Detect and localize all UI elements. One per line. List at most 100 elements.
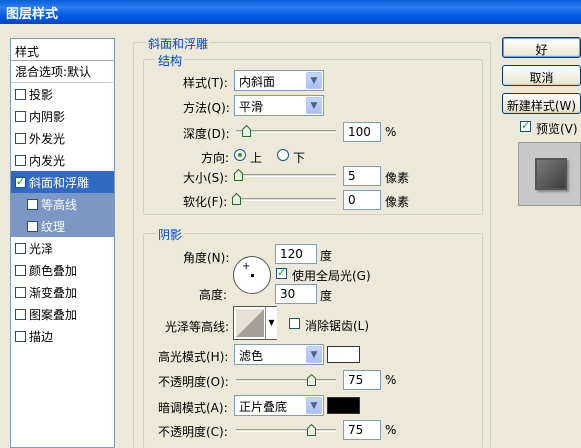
global-light-checkbox[interactable]	[276, 266, 287, 279]
style-item-inner-shadow[interactable]: 内阴影	[11, 105, 114, 127]
caret-down-icon[interactable]: ▼	[265, 307, 277, 339]
gloss-contour-picker[interactable]: ▼	[233, 306, 277, 340]
depth-slider-track[interactable]	[236, 130, 336, 133]
style-select[interactable]: 内斜面 ▼	[234, 70, 324, 91]
technique-select[interactable]: 平滑 ▼	[234, 95, 324, 116]
ok-button[interactable]: 好	[502, 37, 581, 58]
anti-alias-label: 消除锯齿(L)	[305, 319, 370, 333]
style-item-color-overlay[interactable]: 颜色叠加	[11, 259, 114, 281]
gradient-overlay-checkbox[interactable]	[15, 286, 26, 298]
texture-checkbox[interactable]	[27, 220, 38, 232]
style-item-outer-glow[interactable]: 外发光	[11, 127, 114, 149]
soften-unit: 像素	[385, 195, 410, 209]
style-item-drop-shadow[interactable]: 投影	[11, 83, 114, 105]
altitude-label: 高度:	[199, 288, 228, 302]
size-slider-thumb[interactable]	[234, 169, 243, 181]
bevel-emboss-checkbox[interactable]	[15, 175, 26, 188]
style-item-pattern-overlay[interactable]: 图案叠加	[11, 303, 114, 325]
pattern-overlay-checkbox[interactable]	[15, 308, 26, 320]
bevel-emboss-title: 斜面和浮雕	[146, 35, 211, 52]
contour-checkbox[interactable]	[27, 198, 38, 210]
shadow-opacity-input[interactable]: 75	[343, 420, 381, 440]
shadow-mode-select[interactable]: 正片叠底 ▼	[234, 395, 324, 416]
highlight-opacity-input[interactable]: 75	[343, 370, 381, 390]
depth-unit: %	[385, 125, 397, 139]
global-light-label: 使用全局光(G)	[292, 269, 371, 283]
shadow-color-swatch[interactable]	[327, 397, 360, 414]
highlight-mode-label: 高光模式(H):	[158, 350, 229, 364]
style-item-texture[interactable]: 纹理	[11, 215, 114, 237]
dialog-title: 图层样式	[6, 7, 59, 22]
highlight-color-swatch[interactable]	[327, 346, 360, 363]
direction-down-label: 下	[293, 151, 306, 165]
preview-checkbox[interactable]	[520, 119, 531, 132]
preview-swatch	[535, 158, 567, 190]
technique-label: 方法(Q):	[183, 101, 230, 115]
satin-checkbox[interactable]	[15, 242, 26, 254]
style-item-inner-glow[interactable]: 内发光	[11, 149, 114, 171]
shadow-opacity-slider-thumb[interactable]	[307, 424, 316, 436]
style-item-bevel-emboss[interactable]: 斜面和浮雕	[11, 171, 114, 193]
style-item-gradient-overlay[interactable]: 渐变叠加	[11, 281, 114, 303]
chevron-down-icon: ▼	[306, 397, 322, 414]
angle-input[interactable]: 120	[275, 244, 317, 264]
crosshair-icon: +	[242, 261, 251, 272]
stroke-checkbox[interactable]	[15, 330, 26, 342]
dialog-title-bar[interactable]: 图层样式	[0, 0, 581, 24]
style-label: 样式(T):	[183, 76, 228, 90]
depth-input[interactable]: 100	[343, 122, 381, 142]
highlight-opacity-slider-thumb[interactable]	[307, 374, 316, 386]
new-style-button[interactable]: 新建样式(W)	[502, 93, 581, 114]
style-list-header[interactable]: 样式	[11, 39, 114, 61]
angle-unit: 度	[320, 249, 333, 263]
highlight-opacity-label: 不透明度(O):	[158, 375, 229, 389]
style-preview	[518, 142, 581, 206]
angle-dial[interactable]: +	[233, 256, 271, 294]
cancel-button[interactable]: 取消	[502, 65, 581, 86]
shadow-opacity-slider-track[interactable]	[236, 429, 336, 432]
shadow-opacity-unit: %	[385, 423, 397, 437]
soften-label: 软化(F):	[183, 195, 228, 209]
altitude-unit: 度	[320, 289, 333, 303]
style-item-contour[interactable]: 等高线	[11, 193, 114, 215]
shadow-opacity-label: 不透明度(C):	[158, 425, 228, 439]
size-slider-track[interactable]	[236, 174, 336, 177]
drop-shadow-checkbox[interactable]	[15, 88, 26, 100]
depth-slider-thumb[interactable]	[242, 125, 251, 137]
direction-label: 方向:	[201, 151, 230, 165]
preview-label: 预览(V)	[536, 122, 578, 136]
highlight-mode-select[interactable]: 滤色 ▼	[234, 344, 324, 365]
style-item-satin[interactable]: 光泽	[11, 237, 114, 259]
soften-slider-track[interactable]	[236, 198, 336, 201]
shading-title: 阴影	[156, 226, 185, 243]
style-list: 样式 混合选项:默认 投影 内阴影 外发光 内发光 斜面和浮雕 等高线 纹理 光…	[10, 38, 115, 448]
soften-slider-thumb[interactable]	[232, 193, 241, 205]
soften-input[interactable]: 0	[343, 190, 381, 210]
size-input[interactable]: 5	[343, 166, 381, 186]
chevron-down-icon: ▼	[306, 72, 322, 89]
direction-down-radio[interactable]	[277, 149, 289, 161]
style-item-stroke[interactable]: 描边	[11, 325, 114, 347]
angle-label: 角度(N):	[183, 251, 230, 265]
direction-up-radio[interactable]	[234, 149, 246, 161]
altitude-input[interactable]: 30	[275, 284, 317, 304]
chevron-down-icon: ▼	[306, 97, 322, 114]
size-label: 大小(S):	[183, 171, 229, 185]
dial-center-icon	[251, 274, 254, 277]
inner-glow-checkbox[interactable]	[15, 154, 26, 166]
direction-up-label: 上	[250, 151, 263, 165]
blending-options-item[interactable]: 混合选项:默认	[11, 61, 114, 83]
inner-shadow-checkbox[interactable]	[15, 110, 26, 122]
anti-alias-checkbox[interactable]	[289, 318, 300, 329]
size-unit: 像素	[385, 171, 410, 185]
outer-glow-checkbox[interactable]	[15, 132, 26, 144]
color-overlay-checkbox[interactable]	[15, 264, 26, 276]
depth-label: 深度(D):	[183, 127, 230, 141]
highlight-opacity-unit: %	[385, 373, 397, 387]
contour-preview-icon	[236, 309, 264, 337]
gloss-contour-label: 光泽等高线:	[165, 320, 230, 334]
chevron-down-icon: ▼	[306, 346, 322, 363]
shadow-mode-label: 暗调模式(A):	[158, 401, 228, 415]
highlight-opacity-slider-track[interactable]	[236, 379, 336, 382]
structure-title: 结构	[156, 52, 185, 69]
